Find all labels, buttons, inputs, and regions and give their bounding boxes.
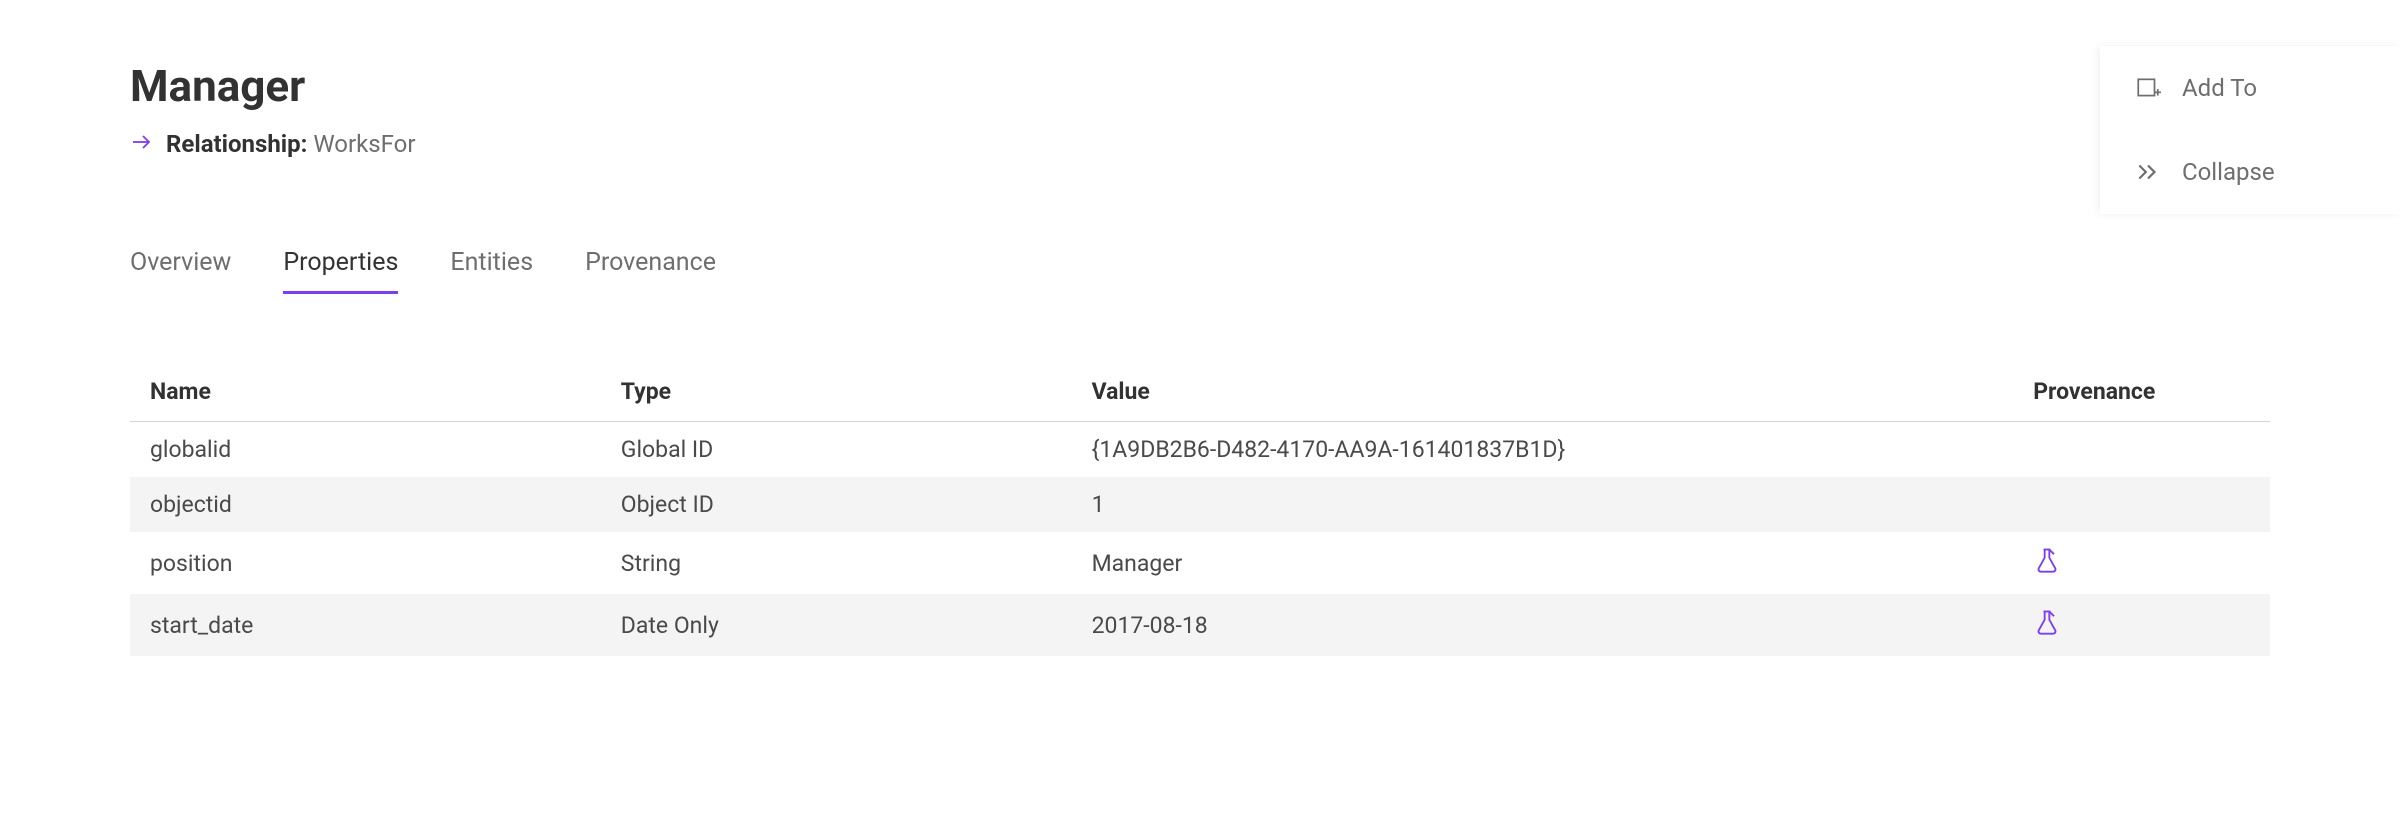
collapse-label: Collapse: [2182, 158, 2275, 186]
add-to-label: Add To: [2182, 74, 2257, 102]
cell-type: Global ID: [601, 422, 1072, 478]
cell-name: globalid: [130, 422, 601, 478]
cell-value: {1A9DB2B6-D482-4170-AA9A-161401837B1D}: [1072, 422, 2014, 478]
tab-entities[interactable]: Entities: [450, 248, 533, 294]
flask-icon[interactable]: [2033, 608, 2061, 636]
col-header-provenance[interactable]: Provenance: [2013, 364, 2270, 422]
arrow-right-icon: [130, 130, 154, 158]
table-row[interactable]: start_dateDate Only2017-08-18: [130, 594, 2270, 656]
cell-provenance: [2013, 594, 2270, 656]
col-header-type[interactable]: Type: [601, 364, 1072, 422]
tab-provenance[interactable]: Provenance: [585, 248, 716, 294]
collapse-button[interactable]: Collapse: [2100, 130, 2400, 214]
add-to-button[interactable]: Add To: [2100, 46, 2400, 130]
cell-provenance: [2013, 532, 2270, 594]
add-to-icon: [2134, 74, 2162, 102]
cell-type: Date Only: [601, 594, 1072, 656]
tab-overview[interactable]: Overview: [130, 248, 231, 294]
cell-name: position: [130, 532, 601, 594]
tab-properties[interactable]: Properties: [283, 248, 398, 294]
page-title: Manager: [130, 60, 2270, 112]
cell-type: String: [601, 532, 1072, 594]
relationship-value: WorksFor: [313, 130, 415, 158]
flask-icon[interactable]: [2033, 546, 2061, 574]
cell-provenance: [2013, 422, 2270, 478]
relationship-label: Relationship:: [166, 130, 307, 158]
table-row[interactable]: globalidGlobal ID{1A9DB2B6-D482-4170-AA9…: [130, 422, 2270, 478]
table-row[interactable]: positionStringManager: [130, 532, 2270, 594]
cell-type: Object ID: [601, 477, 1072, 532]
cell-value: 1: [1072, 477, 2014, 532]
action-panel: Add To Collapse: [2100, 46, 2400, 214]
properties-table: Name Type Value Provenance globalidGloba…: [130, 364, 2270, 656]
relationship-row: Relationship: WorksFor: [130, 130, 2270, 158]
table-row[interactable]: objectidObject ID1: [130, 477, 2270, 532]
header: Manager Relationship: WorksFor: [130, 60, 2270, 158]
tabs: Overview Properties Entities Provenance: [130, 248, 2270, 294]
col-header-name[interactable]: Name: [130, 364, 601, 422]
col-header-value[interactable]: Value: [1072, 364, 2014, 422]
cell-value: 2017-08-18: [1072, 594, 2014, 656]
cell-provenance: [2013, 477, 2270, 532]
cell-name: start_date: [130, 594, 601, 656]
collapse-icon: [2134, 158, 2162, 186]
cell-name: objectid: [130, 477, 601, 532]
cell-value: Manager: [1072, 532, 2014, 594]
